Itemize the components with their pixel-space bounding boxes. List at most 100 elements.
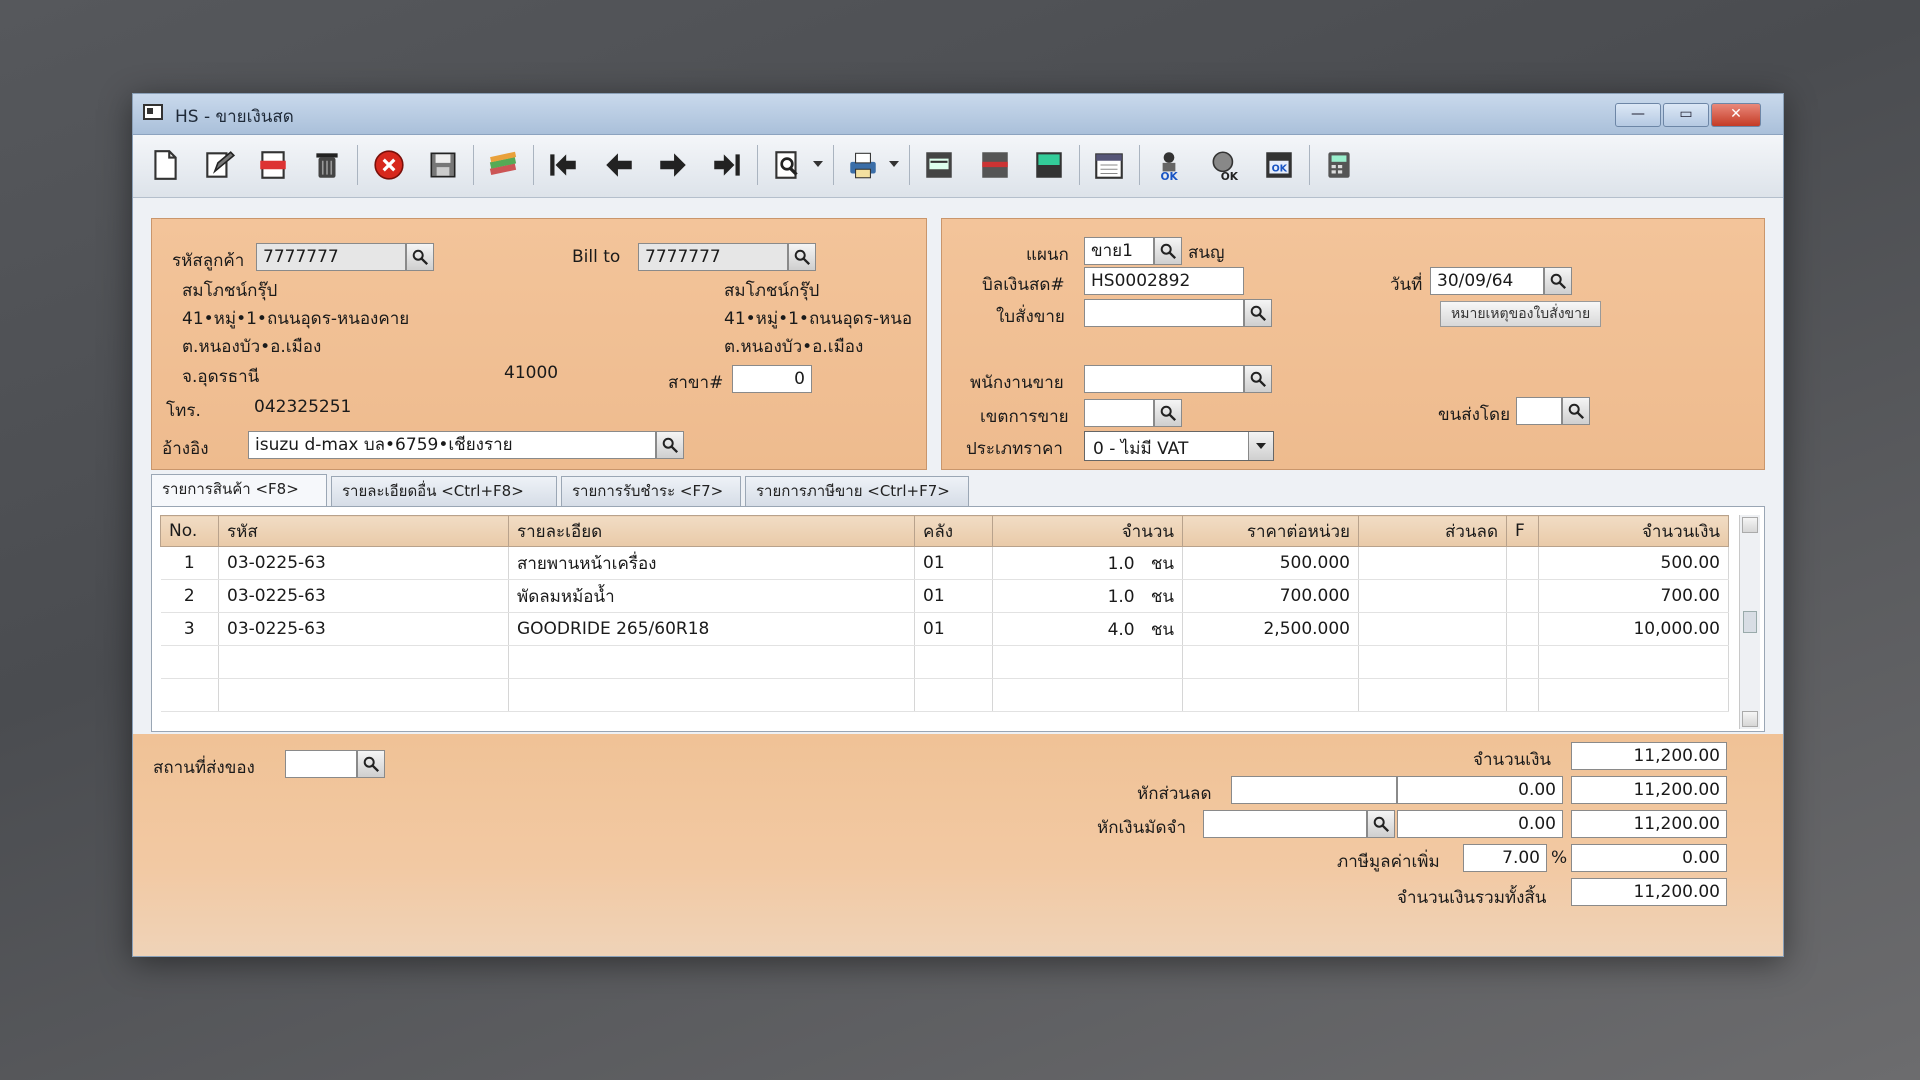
deposit-value[interactable]: 0.00 xyxy=(1397,810,1563,838)
sales-area-search-button[interactable] xyxy=(1154,399,1182,427)
empty-row[interactable] xyxy=(160,678,1729,712)
row-discount[interactable] xyxy=(1358,546,1507,580)
ok-save-icon[interactable]: OK xyxy=(1259,145,1299,185)
row-unit-price[interactable]: 2,500.000 xyxy=(1182,612,1359,646)
close-red-icon[interactable] xyxy=(369,145,409,185)
billto-search-button[interactable] xyxy=(788,243,816,271)
row-f[interactable] xyxy=(1506,546,1539,580)
tab-other-details[interactable]: รายละเอียดอื่น <Ctrl+F8> xyxy=(331,476,557,506)
new-doc-icon[interactable] xyxy=(145,145,185,185)
col-code[interactable]: รหัส xyxy=(218,515,509,547)
col-no[interactable]: No. xyxy=(160,515,219,547)
row-quantity[interactable]: 4.0 ชน xyxy=(992,612,1183,646)
salesperson-input[interactable] xyxy=(1084,365,1244,393)
report3-icon[interactable] xyxy=(1029,145,1069,185)
deposit-search-button[interactable] xyxy=(1367,810,1395,838)
calculator-icon[interactable] xyxy=(1319,145,1359,185)
billto-input[interactable]: 7777777 xyxy=(638,243,788,271)
trash-icon[interactable] xyxy=(307,145,347,185)
ship-place-search-button[interactable] xyxy=(357,750,385,778)
search-doc-icon[interactable] xyxy=(767,145,807,185)
report1-icon[interactable] xyxy=(919,145,959,185)
shipping-search-button[interactable] xyxy=(1562,397,1590,425)
close-button[interactable]: ✕ xyxy=(1711,103,1761,127)
price-type-select[interactable]: 0 - ไม่มี VAT xyxy=(1084,431,1274,461)
row-unit-price[interactable]: 700.000 xyxy=(1182,579,1359,613)
row-description[interactable]: พัดลมหม้อน้ำ xyxy=(508,579,915,613)
col-quantity[interactable]: จำนวน xyxy=(992,515,1183,547)
col-description[interactable]: รายละเอียด xyxy=(508,515,915,547)
table-row[interactable]: 3 03-0225-63 GOODRIDE 265/60R18 01 4.0 ช… xyxy=(160,612,1729,646)
row-code[interactable]: 03-0225-63 xyxy=(218,612,509,646)
edit-icon[interactable] xyxy=(199,145,239,185)
row-description[interactable]: GOODRIDE 265/60R18 xyxy=(508,612,915,646)
customer-search-button[interactable] xyxy=(406,243,434,271)
discount-input[interactable] xyxy=(1231,776,1397,804)
tab-payments[interactable]: รายการรับชำระ <F7> xyxy=(561,476,741,506)
next-record-icon[interactable] xyxy=(653,145,693,185)
col-unit-price[interactable]: ราคาต่อหน่วย xyxy=(1182,515,1359,547)
scroll-down-icon[interactable] xyxy=(1742,711,1758,727)
date-input[interactable]: 30/09/64 xyxy=(1430,267,1544,295)
discount-value[interactable]: 0.00 xyxy=(1397,776,1563,804)
row-warehouse[interactable]: 01 xyxy=(914,579,993,613)
table-row[interactable]: 2 03-0225-63 พัดลมหม้อน้ำ 01 1.0 ชน 700.… xyxy=(160,579,1729,613)
vat-rate-input[interactable]: 7.00 xyxy=(1463,844,1547,872)
maximize-button[interactable]: ▭ xyxy=(1663,103,1709,127)
col-warehouse[interactable]: คลัง xyxy=(914,515,993,547)
row-f[interactable] xyxy=(1506,579,1539,613)
row-code[interactable]: 03-0225-63 xyxy=(218,546,509,580)
cancel-doc-icon[interactable] xyxy=(253,145,293,185)
tab-sales-tax[interactable]: รายการภาษีขาย <Ctrl+F7> xyxy=(745,476,969,506)
books-icon[interactable] xyxy=(483,145,523,185)
reference-search-button[interactable] xyxy=(656,431,684,459)
search-icon xyxy=(662,437,679,454)
ship-place-input[interactable] xyxy=(285,750,357,778)
branch-input[interactable]: 0 xyxy=(732,365,812,393)
printer-icon[interactable] xyxy=(843,145,883,185)
salesperson-search-button[interactable] xyxy=(1244,365,1272,393)
sales-order-input[interactable] xyxy=(1084,299,1244,327)
sales-order-note-button[interactable]: หมายเหตุของใบสั่งขาย xyxy=(1440,301,1602,327)
first-record-icon[interactable] xyxy=(543,145,583,185)
customer-code-input[interactable]: 7777777 xyxy=(256,243,406,271)
row-description[interactable]: สายพานหน้าเครื่อง xyxy=(508,546,915,580)
sales-area-input[interactable] xyxy=(1084,399,1154,427)
shipping-input[interactable] xyxy=(1516,397,1562,425)
row-quantity[interactable]: 1.0 ชน xyxy=(992,579,1183,613)
last-record-icon[interactable] xyxy=(707,145,747,185)
bill-number-input[interactable]: HS0002892 xyxy=(1084,267,1244,295)
empty-row[interactable] xyxy=(160,645,1729,679)
prev-record-icon[interactable] xyxy=(599,145,639,185)
row-unit-price[interactable]: 500.000 xyxy=(1182,546,1359,580)
row-code[interactable]: 03-0225-63 xyxy=(218,579,509,613)
col-discount[interactable]: ส่วนลด xyxy=(1358,515,1507,547)
table-row[interactable]: 1 03-0225-63 สายพานหน้าเครื่อง 01 1.0 ชน… xyxy=(160,546,1729,580)
reference-input[interactable]: isuzu d-max บล•6759•เชียงราย xyxy=(248,431,656,459)
row-warehouse[interactable]: 01 xyxy=(914,612,993,646)
row-warehouse[interactable]: 01 xyxy=(914,546,993,580)
deposit-input[interactable] xyxy=(1203,810,1367,838)
scroll-up-icon[interactable] xyxy=(1742,517,1758,533)
col-f[interactable]: F xyxy=(1506,515,1539,547)
calendar-icon[interactable] xyxy=(1089,145,1129,185)
grid-scrollbar[interactable] xyxy=(1739,515,1760,729)
scroll-thumb[interactable] xyxy=(1743,611,1757,633)
col-amount[interactable]: จำนวนเงิน xyxy=(1538,515,1729,547)
tab-items[interactable]: รายการสินค้า <F8> xyxy=(151,474,327,506)
ok-check-icon[interactable]: OK xyxy=(1205,145,1245,185)
sales-order-search-button[interactable] xyxy=(1244,299,1272,327)
department-search-button[interactable] xyxy=(1154,237,1182,265)
report2-icon[interactable] xyxy=(975,145,1015,185)
department-input[interactable]: ขาย1 xyxy=(1084,237,1154,265)
save-icon[interactable] xyxy=(423,145,463,185)
row-qty-value: 1.0 xyxy=(1107,553,1135,574)
row-quantity[interactable]: 1.0 ชน xyxy=(992,546,1183,580)
date-picker-button[interactable] xyxy=(1544,267,1572,295)
row-f[interactable] xyxy=(1506,612,1539,646)
row-discount[interactable] xyxy=(1358,612,1507,646)
minimize-button[interactable]: — xyxy=(1615,103,1661,127)
chevron-down-icon[interactable] xyxy=(1248,432,1273,460)
ok-approve-icon[interactable]: OK xyxy=(1149,145,1189,185)
row-discount[interactable] xyxy=(1358,579,1507,613)
